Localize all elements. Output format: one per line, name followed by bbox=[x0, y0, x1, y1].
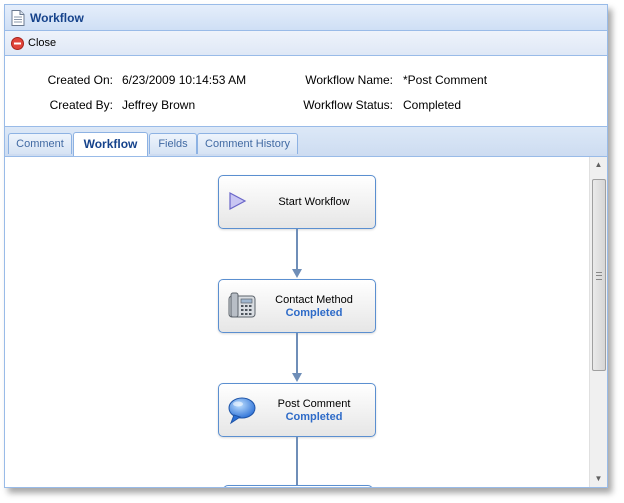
node-status: Completed bbox=[285, 410, 343, 423]
tab-comment-history[interactable]: Comment History bbox=[197, 133, 298, 154]
node-label: Post Comment bbox=[277, 397, 351, 410]
scrollbar-thumb[interactable] bbox=[592, 179, 606, 371]
workflow-info-panel: Created On: 6/23/2009 10:14:53 AM Create… bbox=[5, 56, 607, 127]
tab-workflow[interactable]: Workflow bbox=[73, 132, 148, 156]
window-toolbar: Close bbox=[5, 31, 607, 56]
connector-arrow bbox=[292, 373, 302, 382]
connector-line bbox=[296, 437, 298, 487]
tab-comment[interactable]: Comment bbox=[8, 133, 72, 154]
speech-bubble-icon bbox=[227, 395, 257, 425]
workflow-status-label: Workflow Status: bbox=[303, 98, 393, 112]
tab-strip: Comment Workflow Fields Comment History bbox=[5, 127, 607, 157]
telephone-icon bbox=[227, 291, 257, 321]
vertical-scrollbar[interactable]: ▲ ▼ bbox=[589, 157, 607, 487]
connector-arrow bbox=[292, 269, 302, 278]
document-icon bbox=[11, 9, 25, 26]
workflow-name-value: *Post Comment bbox=[403, 73, 488, 87]
created-on-value: 6/23/2009 10:14:53 AM bbox=[122, 73, 247, 87]
created-by-label: Created By: bbox=[49, 98, 113, 112]
created-by-value: Jeffrey Brown bbox=[122, 98, 196, 112]
close-button-label: Close bbox=[28, 37, 57, 49]
scroll-down-arrow-icon[interactable]: ▼ bbox=[590, 471, 607, 487]
grip-icon bbox=[596, 272, 602, 280]
connector-line bbox=[296, 229, 298, 271]
window-title: Workflow bbox=[30, 10, 84, 25]
workflow-node-next[interactable] bbox=[223, 485, 373, 487]
workflow-window: Workflow Close Created On: 6/23/2009 10:… bbox=[4, 4, 608, 488]
play-icon bbox=[227, 187, 257, 217]
scroll-up-arrow-icon[interactable]: ▲ bbox=[590, 157, 607, 173]
workflow-status-value: Completed bbox=[403, 98, 462, 112]
node-label: Contact Method bbox=[275, 293, 353, 306]
node-status: Completed bbox=[285, 306, 343, 319]
close-button[interactable]: Close bbox=[11, 36, 57, 50]
workflow-diagram-area: Start Workflow Contact Method Completed … bbox=[5, 157, 607, 487]
close-icon bbox=[11, 36, 24, 50]
workflow-name-label: Workflow Name: bbox=[305, 73, 393, 87]
node-label: Start Workflow bbox=[278, 196, 350, 208]
created-on-label: Created On: bbox=[47, 73, 113, 87]
workflow-node-post-comment[interactable]: Post Comment Completed bbox=[218, 383, 376, 437]
workflow-node-contact-method[interactable]: Contact Method Completed bbox=[218, 279, 376, 333]
workflow-node-start[interactable]: Start Workflow bbox=[218, 175, 376, 229]
tab-fields[interactable]: Fields bbox=[149, 133, 197, 154]
connector-line bbox=[296, 333, 298, 375]
window-titlebar: Workflow bbox=[5, 5, 607, 31]
